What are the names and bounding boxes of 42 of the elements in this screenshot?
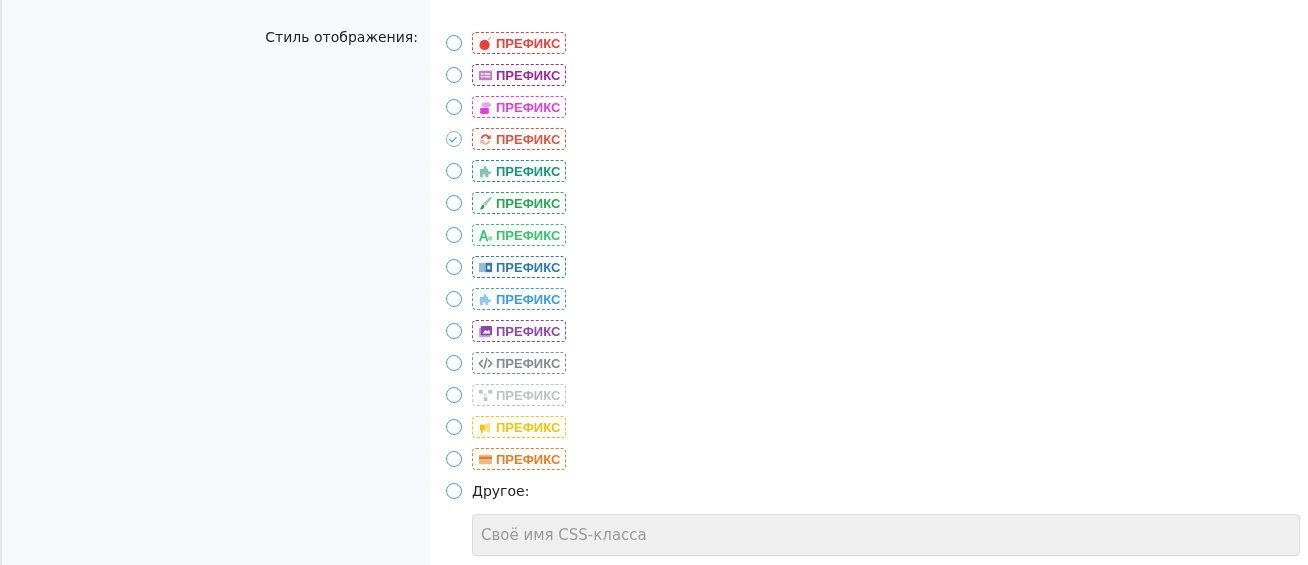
prefix-badge[interactable]: ПРЕФИКС — [472, 288, 567, 310]
radio-button[interactable] — [446, 67, 462, 83]
radio-button[interactable] — [446, 131, 462, 147]
font-icon — [478, 227, 493, 243]
css-class-field[interactable]: Своё имя CSS-класса — [472, 514, 1300, 556]
radio-button[interactable] — [446, 35, 462, 51]
prefix-badge[interactable]: ПРЕФИКС — [472, 256, 567, 278]
image-icon — [478, 323, 493, 339]
prefix-badge[interactable]: ПРЕФИКС — [472, 32, 567, 54]
puzzle-icon — [478, 291, 493, 307]
radio-button[interactable] — [446, 323, 462, 339]
coins-icon — [478, 99, 493, 115]
radio-button[interactable] — [446, 387, 462, 403]
prefix-badge[interactable]: ПРЕФИКС — [472, 64, 567, 86]
megaphone-icon — [478, 419, 493, 435]
radio-button[interactable] — [446, 259, 462, 275]
puzzle-icon — [478, 163, 493, 179]
radio-button[interactable] — [446, 355, 462, 371]
brush-icon — [478, 195, 493, 211]
prefix-badge[interactable]: ПРЕФИКС — [472, 448, 567, 470]
sitemap-icon — [478, 387, 493, 403]
radio-button[interactable] — [446, 195, 462, 211]
radio-button[interactable] — [446, 99, 462, 115]
prefix-badge[interactable]: ПРЕФИКС — [472, 352, 567, 374]
radio-button[interactable] — [446, 483, 462, 499]
prefix-badge[interactable]: ПРЕФИКС — [472, 320, 567, 342]
bomb-icon — [478, 35, 493, 51]
field-label: Стиль отображения: — [265, 29, 418, 45]
prefix-badge[interactable]: ПРЕФИКС — [472, 192, 567, 214]
radio-button[interactable] — [446, 163, 462, 179]
prefix-badge[interactable]: ПРЕФИКС — [472, 384, 567, 406]
prefix-badge[interactable]: ПРЕФИКС — [472, 128, 567, 150]
option-label: Другое: — [472, 483, 530, 499]
refresh-icon — [478, 131, 493, 147]
radio-button[interactable] — [446, 419, 462, 435]
prefix-badge[interactable]: ПРЕФИКС — [472, 224, 567, 246]
radio-button[interactable] — [446, 227, 462, 243]
radio-button[interactable] — [446, 291, 462, 307]
radio-button[interactable] — [446, 451, 462, 467]
prefix-badge[interactable]: ПРЕФИКС — [472, 160, 567, 182]
code-icon — [478, 355, 493, 371]
prefix-badge[interactable]: ПРЕФИКС — [472, 96, 567, 118]
